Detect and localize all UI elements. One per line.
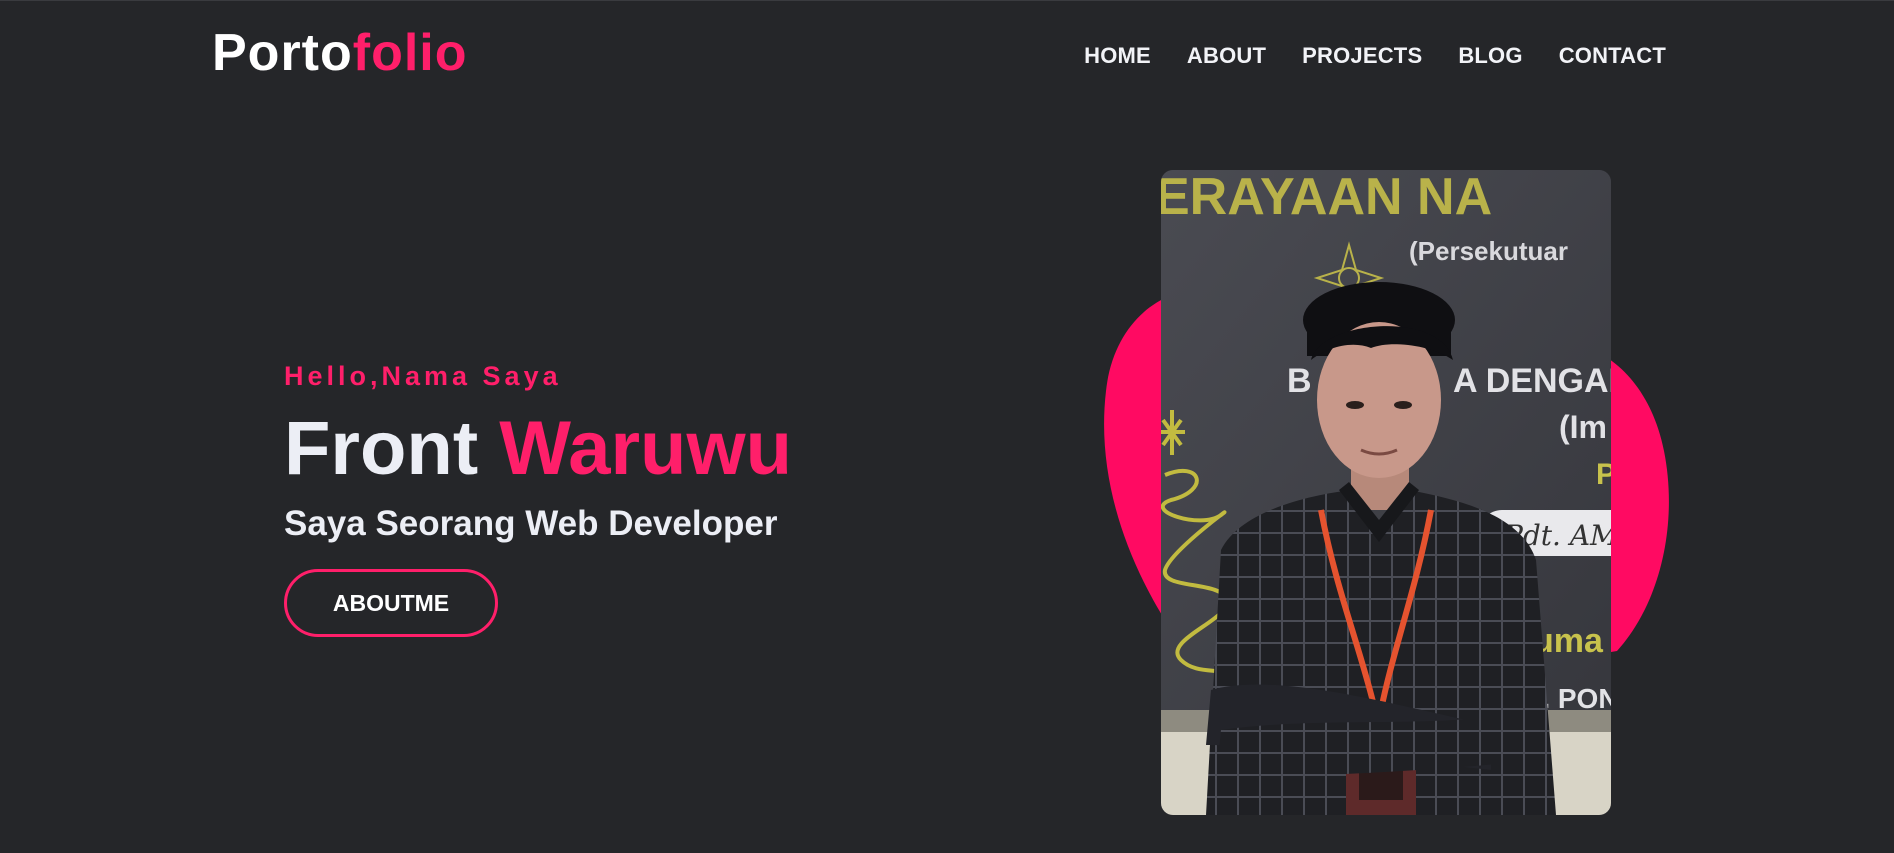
- profile-photo: ERAYAAN NA (Persekutuar B A DENGAI (Im P…: [1161, 170, 1611, 815]
- hero-name-last: Waruwu: [499, 406, 792, 491]
- nav-contact[interactable]: CONTACT: [1559, 41, 1666, 71]
- hero-name: Front Waruwu: [284, 409, 792, 489]
- logo-part2: folio: [352, 24, 468, 82]
- logo[interactable]: Portofolio: [212, 23, 468, 83]
- banner-text-p: P: [1596, 458, 1611, 491]
- nav-projects[interactable]: PROJECTS: [1302, 41, 1422, 71]
- banner-text-dengan: A DENGAI: [1453, 362, 1611, 400]
- hero-role: Saya Seorang Web Developer: [284, 504, 778, 543]
- banner-text-b: B: [1287, 362, 1312, 400]
- nav-blog[interactable]: BLOG: [1458, 41, 1522, 71]
- hero-name-first: Front: [284, 406, 479, 491]
- main-nav: HOME ABOUT PROJECTS BLOG CONTACT: [1084, 41, 1666, 71]
- hero-greeting: Hello,Nama Saya: [284, 361, 562, 391]
- hero-text: Hello,Nama Saya Front Waruwu Saya Seoran…: [284, 359, 792, 637]
- banner-text-uma: uma: [1533, 622, 1604, 660]
- banner-text-im: (Im: [1559, 409, 1607, 445]
- logo-part1: Porto: [212, 24, 353, 82]
- banner-subtitle: (Persekutuar: [1409, 236, 1568, 266]
- profile-photo-illustration: ERAYAAN NA (Persekutuar B A DENGAI (Im P…: [1161, 170, 1611, 815]
- page: Portofolio HOME ABOUT PROJECTS BLOG CONT…: [0, 0, 1894, 853]
- about-me-button[interactable]: ABOUTME: [284, 569, 498, 637]
- banner-title: ERAYAAN NA: [1161, 170, 1492, 226]
- nav-about[interactable]: ABOUT: [1187, 41, 1266, 71]
- nav-home[interactable]: HOME: [1084, 41, 1151, 71]
